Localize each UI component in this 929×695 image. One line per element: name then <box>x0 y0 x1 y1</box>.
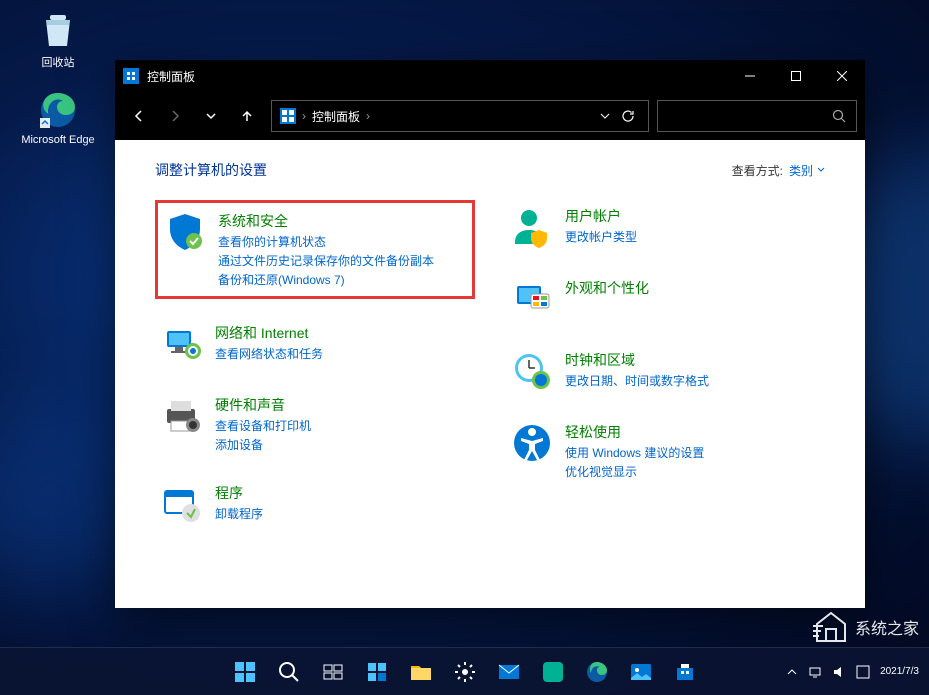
store-button[interactable] <box>665 652 705 692</box>
category-link[interactable]: 卸载程序 <box>215 505 263 522</box>
recycle-bin-icon <box>38 10 78 50</box>
desktop-icon-recycle-bin[interactable]: 回收站 <box>18 10 98 70</box>
view-mode-dropdown[interactable]: 类别 <box>789 162 825 179</box>
category-title[interactable]: 系统和安全 <box>218 211 434 231</box>
shield-icon <box>164 211 206 253</box>
network-tray-icon[interactable] <box>808 665 822 679</box>
tray-datetime[interactable]: 2021/7/3 <box>880 666 919 677</box>
explorer-button[interactable] <box>401 652 441 692</box>
user-icon <box>511 206 553 248</box>
clock-icon <box>511 350 553 392</box>
category-link[interactable]: 添加设备 <box>215 436 311 453</box>
category-user-accounts: 用户帐户 更改帐户类型 <box>505 200 825 254</box>
desktop-icon-label: 回收站 <box>18 54 98 70</box>
control-panel-icon <box>123 68 139 84</box>
mail-button[interactable] <box>489 652 529 692</box>
category-title[interactable]: 程序 <box>215 483 263 503</box>
search-icon <box>832 109 846 123</box>
category-title[interactable]: 轻松使用 <box>565 422 704 442</box>
desktop-icon-label: Microsoft Edge <box>18 134 98 146</box>
task-view-button[interactable] <box>313 652 353 692</box>
chevron-right-icon: › <box>366 109 370 123</box>
category-link[interactable]: 查看你的计算机状态 <box>218 233 434 250</box>
accessibility-icon <box>511 422 553 464</box>
house-icon <box>813 609 849 645</box>
content-area: 调整计算机的设置 查看方式: 类别 系统和安全 查看你的计算机状态 通过文件 <box>115 140 865 608</box>
category-link[interactable]: 使用 Windows 建议的设置 <box>565 444 704 461</box>
navbar: › 控制面板 › <box>115 92 865 140</box>
network-icon <box>161 323 203 365</box>
watermark: 系统之家 <box>813 609 919 645</box>
breadcrumb-dropdown-icon[interactable] <box>600 111 610 121</box>
category-clock-region: 时钟和区域 更改日期、时间或数字格式 <box>505 344 825 398</box>
category-network: 网络和 Internet 查看网络状态和任务 <box>155 317 475 371</box>
programs-icon <box>161 483 203 525</box>
start-button[interactable] <box>225 652 265 692</box>
category-programs: 程序 卸载程序 <box>155 477 475 531</box>
tray-chevron-icon[interactable] <box>786 666 798 678</box>
category-link[interactable]: 查看网络状态和任务 <box>215 345 323 362</box>
category-link[interactable]: 查看设备和打印机 <box>215 417 311 434</box>
refresh-button[interactable] <box>616 100 640 132</box>
category-ease-of-access: 轻松使用 使用 Windows 建议的设置 优化视觉显示 <box>505 416 825 486</box>
appearance-icon <box>511 278 553 320</box>
app-button[interactable] <box>533 652 573 692</box>
edge-icon <box>38 90 78 130</box>
search-button[interactable] <box>269 652 309 692</box>
chevron-down-icon <box>817 166 825 174</box>
category-hardware: 硬件和声音 查看设备和打印机 添加设备 <box>155 389 475 459</box>
control-panel-window: 控制面板 › 控制面板 › 调整计算机的设置 查看方式: 类别 <box>115 60 865 608</box>
desktop-icon-edge[interactable]: Microsoft Edge <box>18 90 98 146</box>
category-title[interactable]: 外观和个性化 <box>565 278 649 298</box>
settings-button[interactable] <box>445 652 485 692</box>
category-system-security: 系统和安全 查看你的计算机状态 通过文件历史记录保存你的文件备份副本 备份和还原… <box>155 200 475 299</box>
minimize-button[interactable] <box>727 60 773 92</box>
control-panel-icon <box>280 108 296 124</box>
category-link[interactable]: 更改帐户类型 <box>565 228 637 245</box>
category-link[interactable]: 备份和还原(Windows 7) <box>218 271 434 288</box>
window-title: 控制面板 <box>147 68 727 85</box>
edge-button[interactable] <box>577 652 617 692</box>
page-heading: 调整计算机的设置 <box>155 160 267 180</box>
category-link[interactable]: 优化视觉显示 <box>565 463 704 480</box>
category-title[interactable]: 用户帐户 <box>565 206 637 226</box>
chevron-right-icon: › <box>302 109 306 123</box>
titlebar[interactable]: 控制面板 <box>115 60 865 92</box>
breadcrumb-segment[interactable]: 控制面板 <box>312 108 360 125</box>
nav-forward-button[interactable] <box>159 100 191 132</box>
category-title[interactable]: 硬件和声音 <box>215 395 311 415</box>
nav-back-button[interactable] <box>123 100 155 132</box>
printer-icon <box>161 395 203 437</box>
category-appearance: 外观和个性化 <box>505 272 825 326</box>
view-mode-label: 查看方式: <box>732 162 783 179</box>
system-tray[interactable]: 2021/7/3 <box>786 665 919 679</box>
category-link[interactable]: 更改日期、时间或数字格式 <box>565 372 709 389</box>
ime-tray-icon[interactable] <box>856 665 870 679</box>
category-title[interactable]: 网络和 Internet <box>215 323 323 343</box>
search-box[interactable] <box>657 100 857 132</box>
nav-recent-button[interactable] <box>195 100 227 132</box>
photos-button[interactable] <box>621 652 661 692</box>
close-button[interactable] <box>819 60 865 92</box>
category-link[interactable]: 通过文件历史记录保存你的文件备份副本 <box>218 252 434 269</box>
widgets-button[interactable] <box>357 652 397 692</box>
category-title[interactable]: 时钟和区域 <box>565 350 709 370</box>
volume-tray-icon[interactable] <box>832 665 846 679</box>
nav-up-button[interactable] <box>231 100 263 132</box>
address-bar[interactable]: › 控制面板 › <box>271 100 649 132</box>
maximize-button[interactable] <box>773 60 819 92</box>
taskbar: 2021/7/3 <box>0 647 929 695</box>
